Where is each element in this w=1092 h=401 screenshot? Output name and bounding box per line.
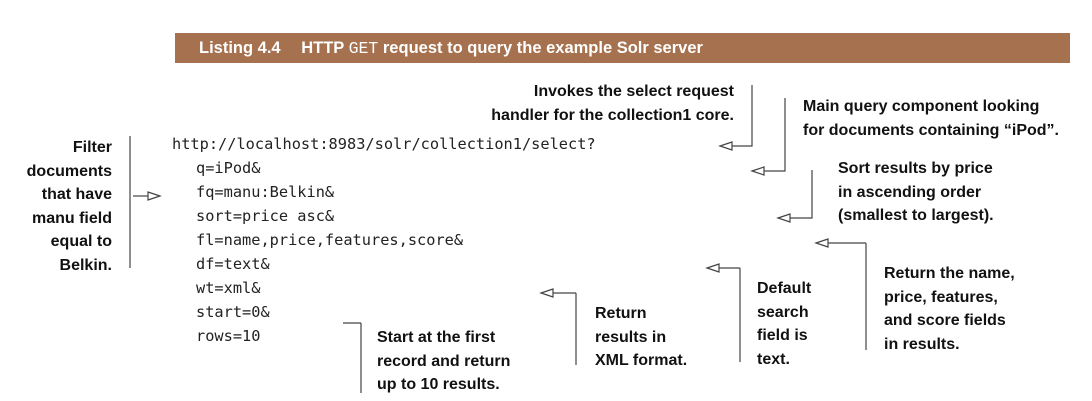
callout-fields [814, 238, 867, 350]
callout-paging [343, 322, 362, 393]
callout-sort [776, 170, 813, 223]
callout-filter [129, 136, 162, 268]
callout-query [750, 98, 786, 176]
callout-default-field [705, 263, 741, 362]
callout-lines [129, 85, 867, 393]
callout-format [539, 288, 577, 365]
callout-select [718, 85, 753, 151]
